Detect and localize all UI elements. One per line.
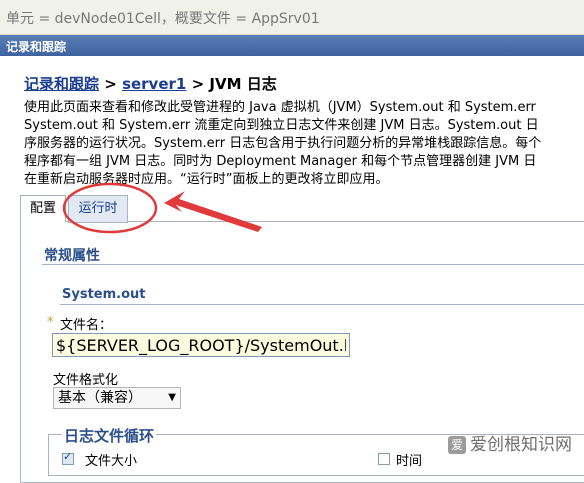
watermark-logo-icon: 爱 bbox=[448, 436, 466, 454]
watermark: 爱爱创根知识网 bbox=[448, 430, 572, 455]
watermark-text: 爱创根知识网 bbox=[470, 435, 572, 455]
annotation-overlay bbox=[62, 182, 262, 234]
highlight-circle bbox=[62, 182, 158, 234]
arrow-icon bbox=[164, 191, 262, 232]
